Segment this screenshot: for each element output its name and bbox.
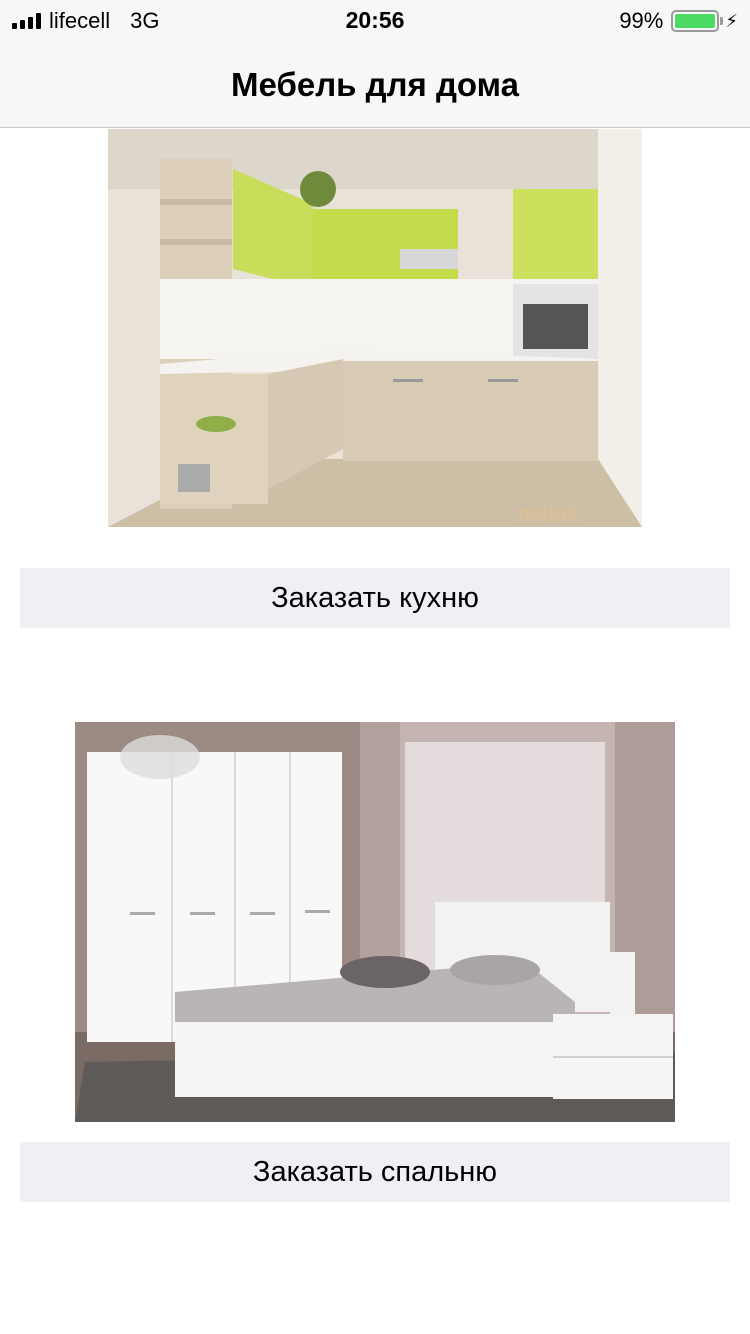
status-bar: lifecell 3G 20:56 99% ⚡ <box>0 0 750 40</box>
order-kitchen-button[interactable]: Заказать кухню <box>20 568 730 628</box>
charging-bolt-icon: ⚡ <box>725 10 738 31</box>
page-title: Мебель для дома <box>231 66 519 103</box>
kitchen-photo: mebel <box>108 129 642 527</box>
bedroom-photo <box>75 722 675 1122</box>
watermark: mebel <box>518 501 578 526</box>
order-bedroom-button[interactable]: Заказать спальню <box>20 1142 730 1202</box>
navigation-bar: Мебель для дома <box>0 40 750 128</box>
battery-percent: 99% <box>619 8 664 33</box>
battery-icon <box>671 10 724 32</box>
status-right: 99% ⚡ <box>619 8 738 34</box>
